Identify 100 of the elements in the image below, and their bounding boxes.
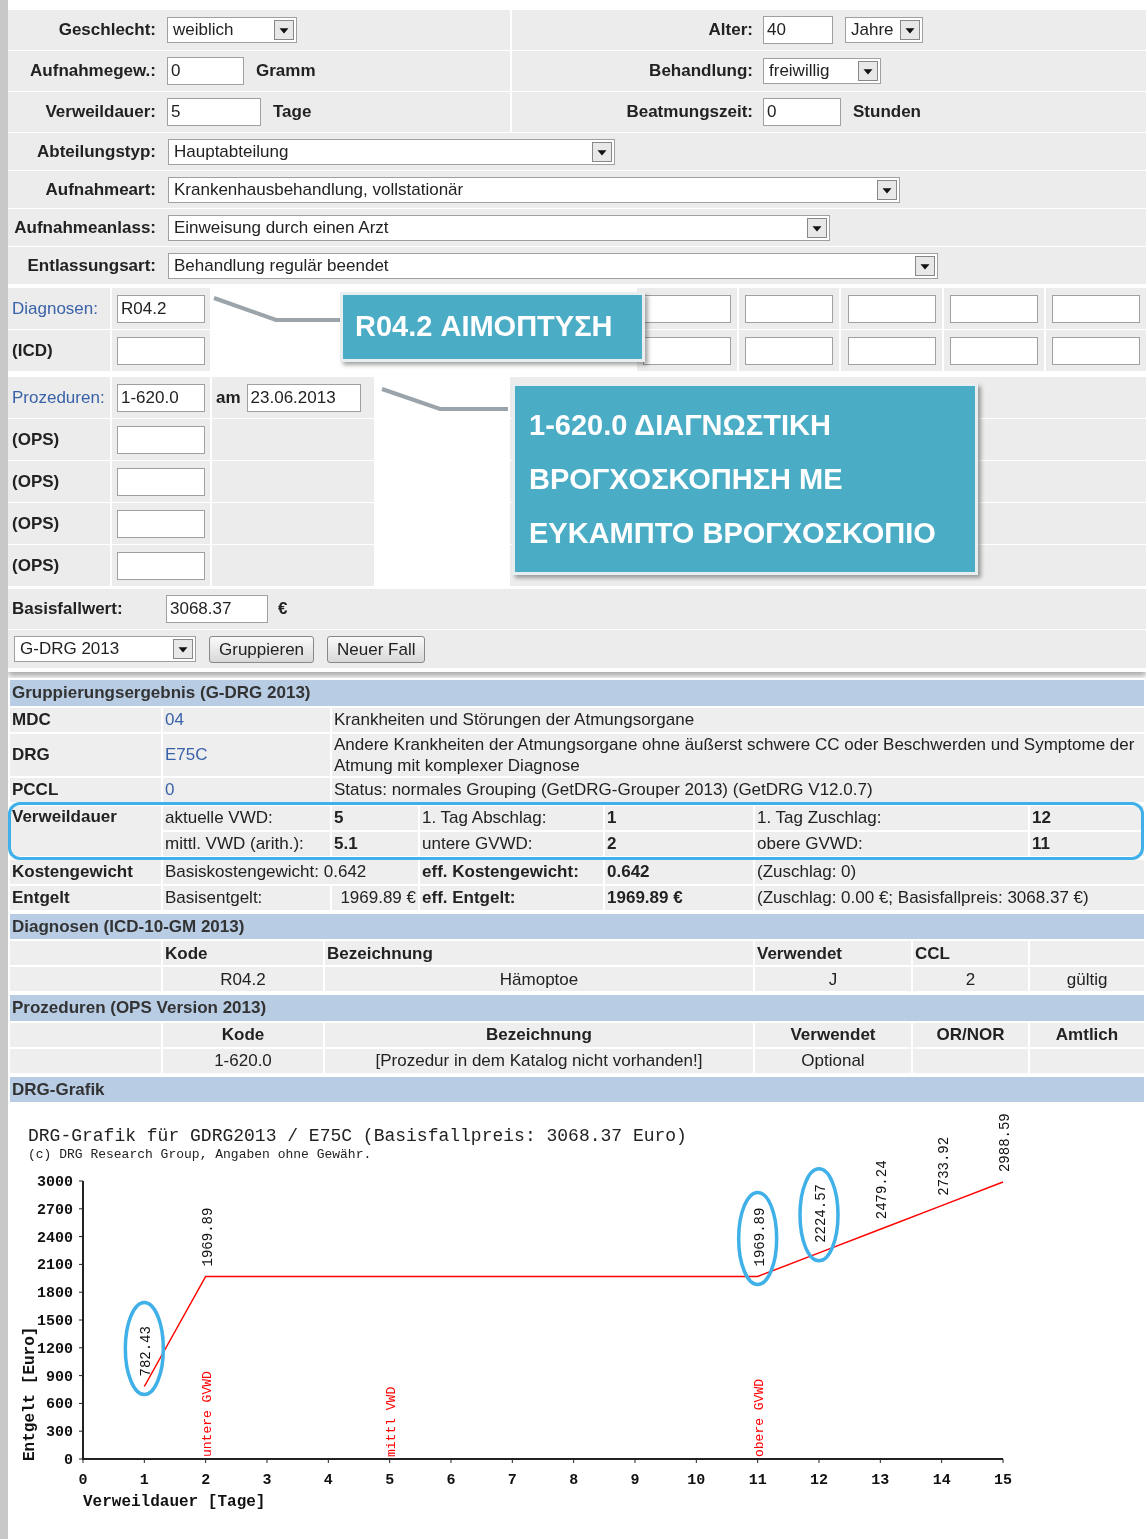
input-field[interactable]: 40: [763, 16, 833, 44]
dropdown[interactable]: weiblich: [167, 17, 297, 43]
unit-label: Stunden: [853, 101, 921, 124]
marker-label: mittl VWD: [383, 1386, 399, 1457]
input-field[interactable]: [1051, 294, 1140, 323]
row-label: Verweildauer: [9, 804, 162, 857]
field-label: (OPS): [8, 419, 110, 460]
column-header: Verwendet: [754, 940, 912, 966]
input-field[interactable]: 1-620.0: [117, 383, 205, 412]
caret-icon: [858, 61, 878, 81]
input-field[interactable]: 0: [763, 98, 841, 126]
tick-label: 600: [46, 1396, 73, 1414]
table-cell: 1: [604, 804, 754, 831]
tick-label: 7: [507, 1472, 517, 1489]
table-cell: 5: [331, 804, 419, 831]
caret-icon: [274, 20, 294, 40]
input-field[interactable]: [949, 294, 1038, 323]
input-field[interactable]: [847, 336, 936, 365]
link[interactable]: 0: [165, 780, 175, 799]
input-field[interactable]: 5: [167, 98, 261, 126]
data-label: 2733.92: [935, 1136, 952, 1196]
data-label: 2988.59: [997, 1113, 1013, 1173]
input-field[interactable]: [745, 336, 834, 365]
column-header: CCL: [912, 940, 1029, 966]
table-cell: eff. Kostengewicht:: [419, 858, 604, 885]
callout: R04.2 ΑΙΜΟΠΤΥΣΗ: [340, 292, 645, 362]
callout: 1-620.0 ΔΙΑΓΝΩΣΤΙΚΗ ΒΡΟΓΧΟΣΚΟΠΗΣΗ ΜΕ ΕΥΚΑΜΠΤΟ ΒΡΟΓΧΟΣΚΟΠΙΟ: [512, 383, 978, 575]
dropdown[interactable]: Krankenhausbehandlung, vollstationär: [168, 176, 900, 203]
column-header: Verwendet: [754, 1021, 912, 1048]
input-field[interactable]: [643, 294, 732, 323]
row-label: DRG: [9, 732, 162, 777]
dropdown[interactable]: freiwillig: [763, 58, 881, 84]
tick-label: 10: [687, 1472, 706, 1489]
input-field[interactable]: [1051, 336, 1140, 365]
dropdown[interactable]: G-DRG 2013: [14, 636, 196, 662]
input-field[interactable]: [117, 425, 205, 454]
table-cell: 0.642: [604, 858, 754, 885]
row-label: PCCL: [9, 776, 162, 803]
table-cell: obere GVWD:: [754, 830, 1029, 857]
table-cell: (Zuschlag: 0): [754, 858, 1146, 885]
tick-label: 1: [139, 1472, 149, 1489]
row-label: MDC: [9, 706, 162, 733]
field-label: Aufnahmeart:: [44, 178, 157, 201]
table-cell: Basisentgelt:: [162, 884, 331, 911]
button[interactable]: Neuer Fall: [327, 635, 426, 663]
section-header: Diagnosen (ICD-10-GM 2013): [9, 912, 1146, 940]
dropdown[interactable]: Behandlung regulär beendet: [168, 252, 938, 279]
link[interactable]: E75C: [165, 745, 208, 764]
procedures-link[interactable]: Prozeduren:: [8, 377, 110, 418]
link[interactable]: 04: [165, 710, 184, 729]
input-field[interactable]: 0: [167, 57, 244, 85]
unit-label: Gramm: [256, 60, 316, 83]
input-field[interactable]: [117, 336, 205, 365]
column-header: Amtlich: [1029, 1021, 1145, 1048]
input-field[interactable]: [117, 509, 205, 538]
tick-label: 3000: [37, 1174, 73, 1191]
tick-label: 2: [201, 1472, 211, 1489]
table-cell: 1. Tag Abschlag:: [419, 804, 604, 831]
input-field[interactable]: 3068.37: [166, 595, 268, 623]
input-field[interactable]: [847, 294, 936, 323]
column-header: Bezeichnung: [324, 1021, 754, 1048]
caret-icon: [877, 179, 897, 200]
tick-label: 0: [64, 1452, 73, 1469]
input-field[interactable]: [643, 336, 732, 365]
chart-title: DRG-Grafik für GDRG2013 / E75C (Basisfallpreis: 3068.37 Euro): [28, 1126, 687, 1146]
input-field[interactable]: [117, 467, 205, 496]
tick-label: 1200: [37, 1340, 73, 1358]
input-field[interactable]: [949, 336, 1038, 365]
input-field[interactable]: [745, 294, 834, 323]
table-cell: 1969.89 €: [331, 884, 419, 911]
caret-icon: [915, 255, 935, 276]
field-label: Alter:: [707, 19, 754, 42]
table-cell: untere GVWD:: [419, 830, 604, 857]
table-cell: 2: [912, 966, 1029, 992]
axis-label: Entgelt [Euro]: [21, 1326, 39, 1461]
diagnoses-link[interactable]: Diagnosen:: [8, 288, 110, 329]
dropdown[interactable]: Einweisung durch einen Arzt: [168, 214, 830, 241]
axis-label: Verweildauer [Tage]: [83, 1493, 266, 1511]
table-cell: Andere Krankheiten der Atmungsorgane ohne äußerst schwere CC oder Beschwerden und Symptome der Atmung mit komplexer Diagnose: [331, 732, 1145, 777]
row-label: Entgelt: [9, 884, 162, 911]
tick-label: 300: [46, 1424, 73, 1442]
field-label: Aufnahmegew.:: [29, 60, 157, 83]
tick-label: 1500: [37, 1313, 73, 1330]
tick-label: 900: [46, 1368, 73, 1386]
tick-label: 8: [569, 1472, 579, 1489]
caret-icon: [173, 639, 193, 659]
caret-icon: [807, 217, 827, 238]
input-field[interactable]: [117, 551, 205, 580]
section-header: Prozeduren (OPS Version 2013): [9, 994, 1145, 1022]
dropdown[interactable]: Hauptabteilung: [168, 138, 615, 165]
input-field[interactable]: R04.2: [117, 294, 205, 323]
field-label: Verweildauer:: [44, 101, 157, 124]
field-label: Geschlecht:: [57, 19, 157, 42]
row-label: Kostengewicht: [9, 858, 162, 885]
data-label: 1969.89: [751, 1207, 768, 1267]
table-cell: Hämoptoe: [324, 966, 754, 992]
input-field[interactable]: 23.06.2013: [246, 383, 361, 412]
tick-label: 13: [871, 1472, 890, 1489]
dropdown[interactable]: Jahre: [845, 17, 923, 43]
button[interactable]: Gruppieren: [209, 635, 315, 663]
